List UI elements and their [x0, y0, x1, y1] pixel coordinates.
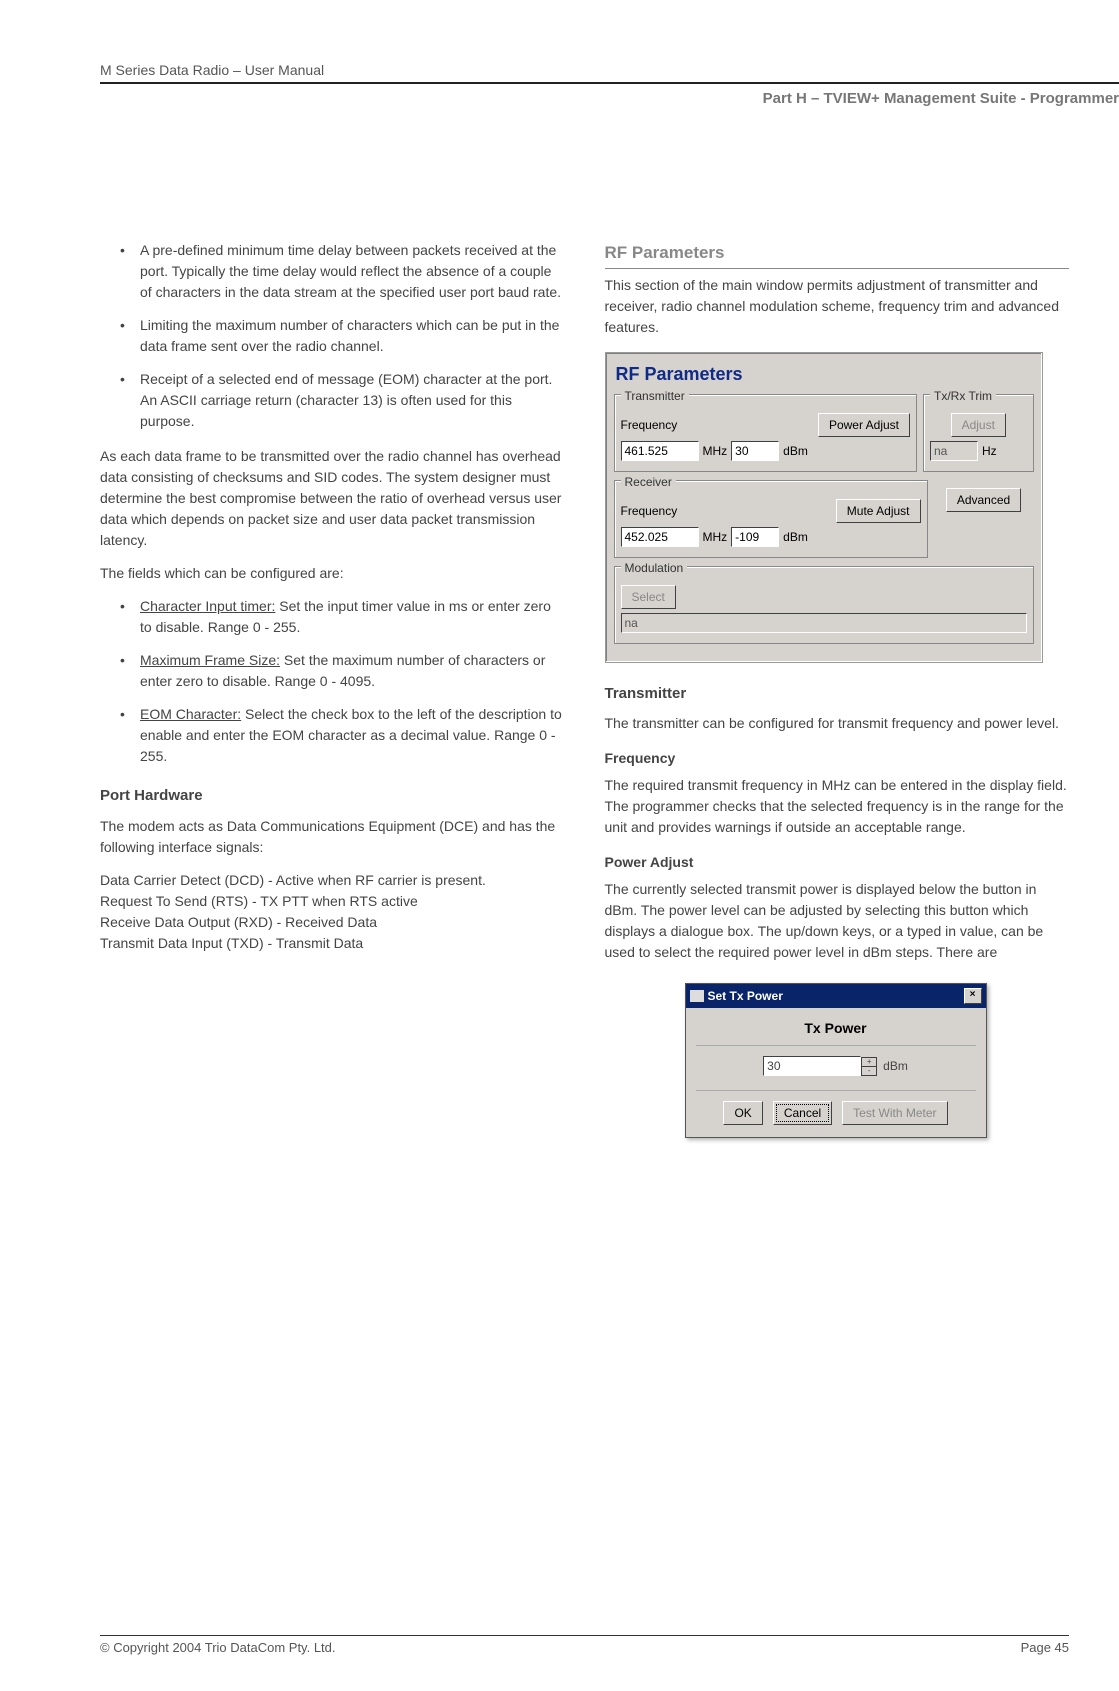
mute-adjust-button[interactable]: Mute Adjust	[836, 499, 921, 523]
tx-power-input[interactable]: 30	[731, 441, 779, 461]
rx-mute-input[interactable]: -109	[731, 527, 779, 547]
list-item: Maximum Frame Size: Set the maximum numb…	[120, 650, 565, 692]
list-item: Character Input timer: Set the input tim…	[120, 596, 565, 638]
ok-button[interactable]: OK	[723, 1101, 762, 1125]
dialog-icon	[690, 990, 704, 1002]
copyright-text: © Copyright 2004 Trio DataCom Pty. Ltd.	[100, 1640, 336, 1655]
paragraph: As each data frame to be transmitted ove…	[100, 446, 565, 551]
list-item: Receipt of a selected end of message (EO…	[120, 369, 565, 432]
group-legend: Modulation	[621, 559, 688, 577]
paragraph: The modem acts as Data Communications Eq…	[100, 816, 565, 858]
list-item: Limiting the maximum number of character…	[120, 315, 565, 357]
unit-label: dBm	[783, 442, 808, 460]
group-legend: Transmitter	[621, 387, 689, 405]
paragraph: This section of the main window permits …	[605, 275, 1070, 338]
unit-label: Hz	[982, 442, 997, 460]
test-with-meter-button[interactable]: Test With Meter	[842, 1101, 947, 1125]
unit-label: MHz	[703, 442, 728, 460]
txrx-trim-group: Tx/Rx Trim Adjust na Hz	[923, 394, 1034, 472]
unit-label: MHz	[703, 528, 728, 546]
transmitter-group: Transmitter Frequency Power Adjust 461.5…	[614, 394, 918, 472]
paragraph: The fields which can be configured are:	[100, 563, 565, 584]
power-adjust-subheading: Power Adjust	[605, 852, 1070, 873]
section-label: Part H – TVIEW+ Management Suite - Progr…	[763, 90, 1119, 107]
receiver-group: Receiver Frequency Mute Adjust 452.025 M…	[614, 480, 928, 558]
paragraph: The transmitter can be configured for tr…	[605, 713, 1070, 734]
dialog-title: Set Tx Power	[708, 987, 783, 1005]
spinner-down-icon[interactable]: -	[862, 1067, 877, 1076]
page-footer: © Copyright 2004 Trio DataCom Pty. Ltd. …	[100, 1635, 1069, 1655]
term: Maximum Frame Size:	[140, 652, 280, 668]
tx-frequency-input[interactable]: 461.525	[621, 441, 699, 461]
rx-frequency-input[interactable]: 452.025	[621, 527, 699, 547]
intro-bullet-list: A pre-defined minimum time delay between…	[100, 240, 565, 432]
rf-parameters-heading: RF Parameters	[605, 240, 1070, 269]
running-header: M Series Data Radio – User Manual	[100, 62, 324, 78]
term: Character Input timer:	[140, 598, 275, 614]
frequency-subheading: Frequency	[605, 748, 1070, 769]
cancel-button[interactable]: Cancel	[773, 1101, 832, 1125]
panel-title: RF Parameters	[616, 361, 1034, 388]
paragraph: The currently selected transmit power is…	[605, 879, 1070, 963]
left-column: A pre-defined minimum time delay between…	[100, 240, 565, 1138]
term: EOM Character:	[140, 706, 241, 722]
dialog-body-heading: Tx Power	[696, 1018, 976, 1046]
signal-line: Data Carrier Detect (DCD) - Active when …	[100, 870, 565, 891]
list-item: A pre-defined minimum time delay between…	[120, 240, 565, 303]
trim-value-input: na	[930, 441, 978, 461]
frequency-label: Frequency	[621, 416, 678, 434]
dialog-titlebar[interactable]: Set Tx Power ×	[686, 984, 986, 1008]
set-tx-power-dialog: Set Tx Power × Tx Power 30 + - dBm OK	[685, 983, 987, 1138]
page-number: Page 45	[1021, 1640, 1069, 1655]
header-rule	[100, 82, 1119, 84]
modulation-group: Modulation Select na	[614, 566, 1034, 644]
port-hardware-heading: Port Hardware	[100, 785, 565, 808]
signal-line: Receive Data Output (RXD) - Received Dat…	[100, 912, 565, 933]
modulation-value: na	[621, 613, 1027, 633]
spinner-control[interactable]: + -	[861, 1057, 877, 1076]
power-adjust-button[interactable]: Power Adjust	[818, 413, 910, 437]
group-legend: Tx/Rx Trim	[930, 387, 996, 405]
paragraph: The required transmit frequency in MHz c…	[605, 775, 1070, 838]
unit-label: dBm	[783, 528, 808, 546]
modulation-select-button[interactable]: Select	[621, 585, 676, 609]
trim-adjust-button[interactable]: Adjust	[951, 413, 1006, 437]
rf-parameters-panel: RF Parameters Transmitter Frequency Powe…	[605, 352, 1043, 663]
advanced-button[interactable]: Advanced	[946, 488, 1021, 512]
list-item: EOM Character: Select the check box to t…	[120, 704, 565, 767]
definition-list: Character Input timer: Set the input tim…	[100, 596, 565, 767]
signal-line: Transmit Data Input (TXD) - Transmit Dat…	[100, 933, 565, 954]
group-legend: Receiver	[621, 473, 676, 491]
right-column: RF Parameters This section of the main w…	[605, 240, 1070, 1138]
close-icon[interactable]: ×	[964, 988, 982, 1004]
signal-line: Request To Send (RTS) - TX PTT when RTS …	[100, 891, 565, 912]
tx-power-value-input[interactable]: 30	[763, 1056, 861, 1076]
transmitter-heading: Transmitter	[605, 683, 1070, 706]
unit-label: dBm	[883, 1057, 908, 1075]
frequency-label: Frequency	[621, 502, 678, 520]
